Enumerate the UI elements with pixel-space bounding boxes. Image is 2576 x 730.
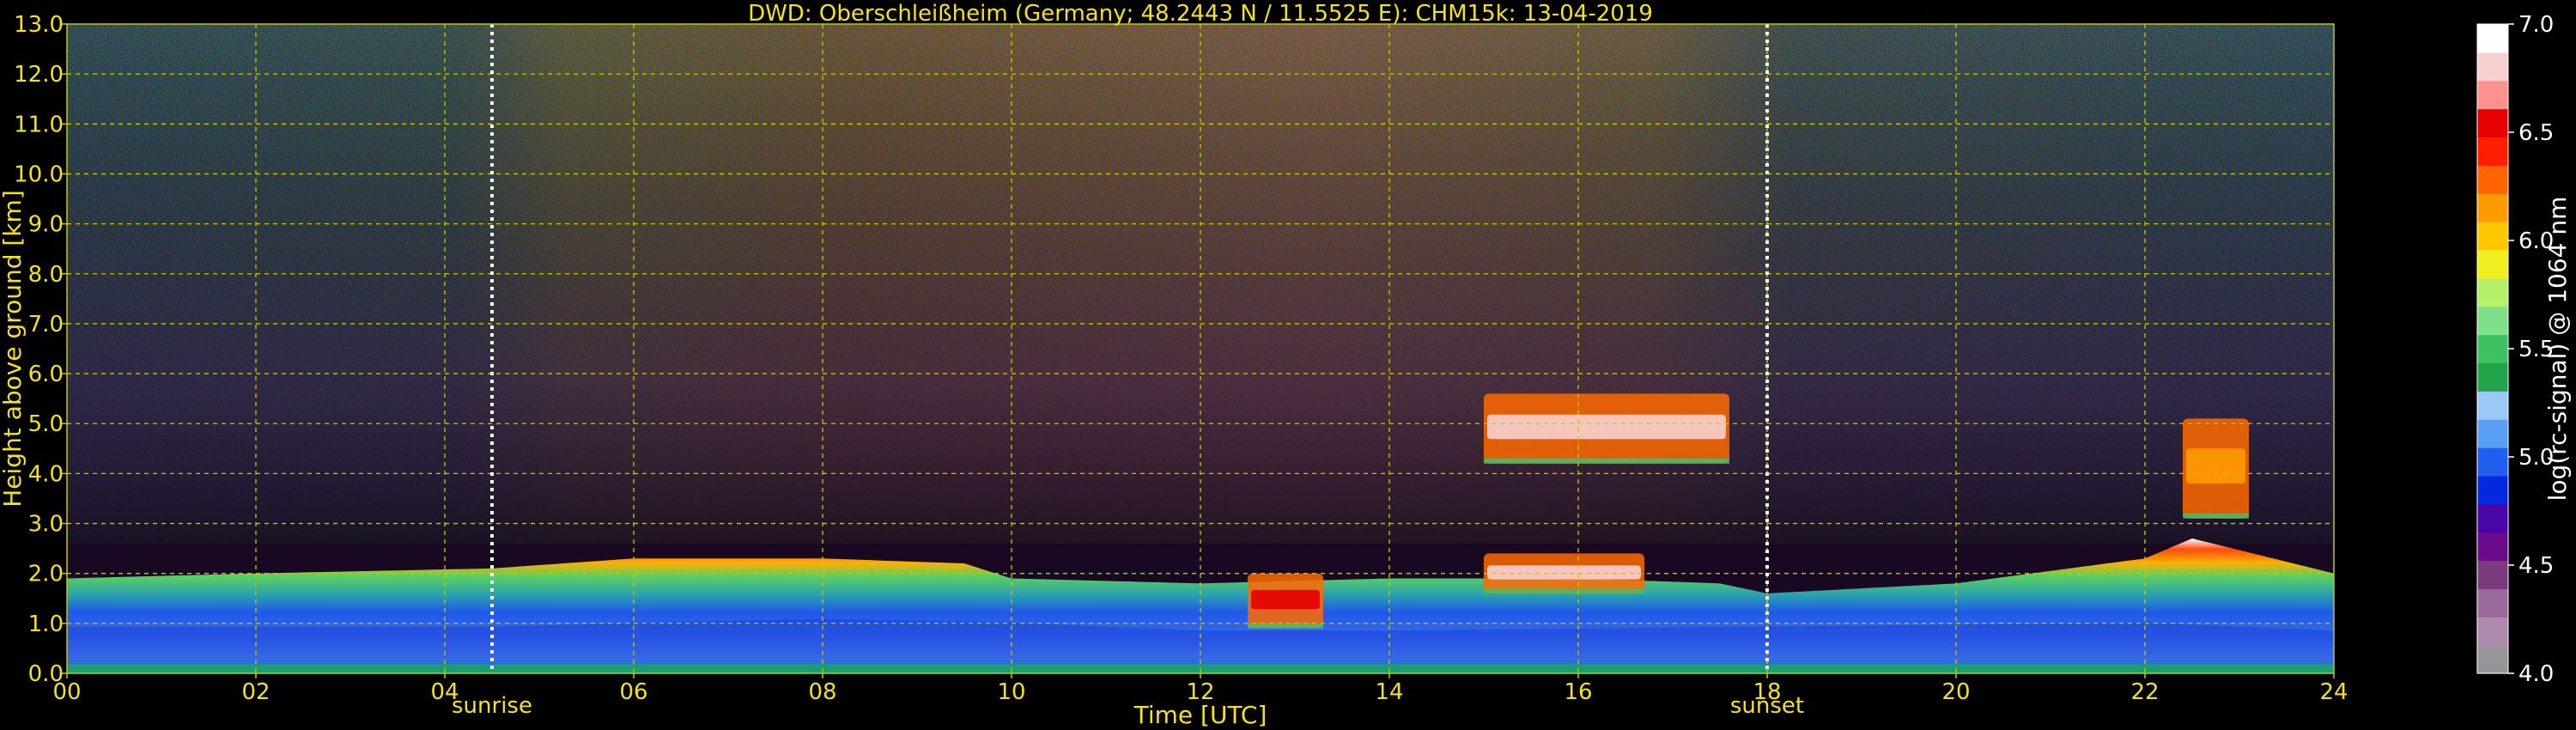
cloud-core xyxy=(1251,589,1320,610)
cloud-core xyxy=(2186,448,2245,484)
colorbar-swatch xyxy=(2477,80,2508,110)
colorbar-swatch xyxy=(2477,617,2508,646)
x-tick-label: 02 xyxy=(241,679,270,705)
colorbar-swatch xyxy=(2477,52,2508,82)
colorbar-swatch xyxy=(2477,419,2508,448)
colorbar: 4.04.55.05.56.06.57.0 xyxy=(2476,12,2554,687)
colorbar-swatch xyxy=(2477,503,2508,533)
x-tick-label: 14 xyxy=(1375,679,1403,705)
colorbar-swatch xyxy=(2477,560,2508,589)
cloud-feature-1 xyxy=(1484,393,1729,464)
colorbar-swatch xyxy=(2477,447,2508,477)
y-tick-label: 4.0 xyxy=(28,461,64,487)
colorbar-swatch xyxy=(2477,645,2508,674)
cloud-feature-3 xyxy=(1248,573,1323,629)
colorbar-swatch xyxy=(2477,306,2508,336)
colorbar-swatch xyxy=(2477,277,2508,307)
colorbar-swatch xyxy=(2477,222,2508,251)
y-axis-label: Height above ground [km] xyxy=(0,190,27,508)
y-tick-label: 2.0 xyxy=(28,562,64,587)
colorbar-swatch xyxy=(2477,532,2508,562)
cloud-edge xyxy=(1484,458,1729,464)
y-tick-label: 6.0 xyxy=(28,362,64,387)
x-tick-label: 24 xyxy=(2319,679,2348,705)
x-tick-label: 22 xyxy=(2130,679,2159,705)
y-tick-label: 9.0 xyxy=(28,212,64,238)
cloud-core xyxy=(1487,565,1641,580)
sunrise-label: sunrise xyxy=(452,693,532,719)
colorbar-swatch xyxy=(2477,249,2508,279)
colorbar-swatch xyxy=(2477,334,2508,364)
y-tick-label: 11.0 xyxy=(14,112,64,137)
y-tick-label: 0.0 xyxy=(28,661,64,687)
colorbar-tick-label: 4.5 xyxy=(2518,553,2554,579)
x-tick-label: 08 xyxy=(808,679,836,705)
colorbar-swatch xyxy=(2477,391,2508,420)
cloud-core xyxy=(1487,414,1726,440)
y-tick-label: 13.0 xyxy=(14,12,64,38)
y-tick-label: 5.0 xyxy=(28,411,64,437)
colorbar-tick-label: 7.0 xyxy=(2518,12,2554,38)
cloud-edge xyxy=(1484,587,1644,593)
ceilometer-chart: 00 02 04 06 08 10 12 14 16 18 20 22 240.01.02.03.04.… xyxy=(0,1,2572,729)
y-tick-label: 12.0 xyxy=(14,62,64,88)
x-tick-label: 10 xyxy=(997,679,1025,705)
y-tick-label: 1.0 xyxy=(28,611,64,637)
cloud-edge xyxy=(2183,513,2249,519)
cloud-edge xyxy=(1248,623,1323,629)
x-tick-label: 16 xyxy=(1564,679,1592,705)
colorbar-swatch xyxy=(2477,108,2508,138)
cloud-feature-2 xyxy=(2183,418,2249,519)
colorbar-swatch xyxy=(2477,193,2508,222)
y-tick-label: 10.0 xyxy=(14,161,64,187)
y-tick-label: 3.0 xyxy=(28,512,64,538)
colorbar-swatch xyxy=(2477,165,2508,194)
colorbar-swatch xyxy=(2477,24,2508,53)
colorbar-swatch xyxy=(2477,137,2508,166)
chart-title: DWD: Oberschleißheim (Germany; 48.2443 N… xyxy=(748,1,1653,27)
x-tick-label: 20 xyxy=(1941,679,1970,705)
colorbar-swatch xyxy=(2477,588,2508,617)
colorbar-tick-label: 4.0 xyxy=(2518,661,2554,687)
x-tick-label: 06 xyxy=(619,679,647,705)
colorbar-swatch xyxy=(2477,362,2508,392)
sunset-label: sunset xyxy=(1730,693,1804,719)
y-tick-label: 7.0 xyxy=(28,312,64,338)
colorbar-tick-label: 6.5 xyxy=(2518,120,2554,146)
colorbar-label: log(rc-signal) @ 1064 nm xyxy=(2543,197,2572,502)
x-axis-label: Time [UTC] xyxy=(1133,701,1267,729)
colorbar-swatch xyxy=(2477,475,2508,505)
y-tick-label: 8.0 xyxy=(28,262,64,288)
